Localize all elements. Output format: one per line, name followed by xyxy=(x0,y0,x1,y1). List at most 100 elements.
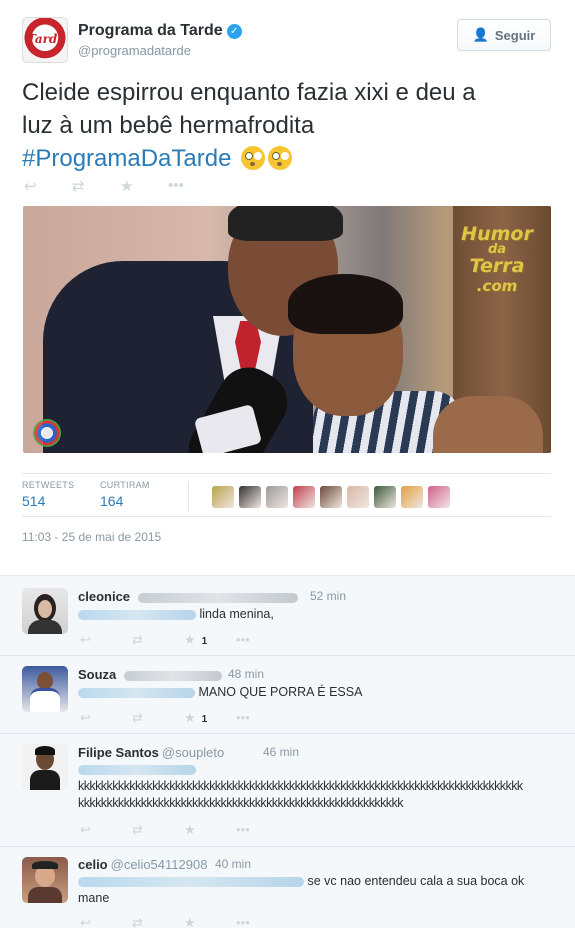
favorer-avatar[interactable] xyxy=(266,486,288,508)
favorite-count: 1 xyxy=(201,636,208,647)
favorite-icon[interactable]: ★ 1 xyxy=(184,710,236,726)
flushed-face-emoji-icon xyxy=(241,146,266,170)
retweet-icon[interactable]: ⇄ xyxy=(72,177,120,195)
reply-actions: ↩ ⇄ ★ ••• xyxy=(80,915,288,928)
reply-icon[interactable]: ↩ xyxy=(24,177,72,195)
redacted-handle xyxy=(137,592,298,603)
favorite-icon[interactable]: ★ xyxy=(184,915,236,928)
favorites-label: CURTIRAM xyxy=(100,480,150,490)
reply-actions: ↩ ⇄ ★ 1 ••• xyxy=(80,710,288,726)
reply-text-content: MANO QUE PORRA É ESSA xyxy=(198,685,363,699)
reply-icon[interactable]: ↩ xyxy=(80,822,132,838)
reply-author[interactable]: Souza xyxy=(78,667,222,682)
reply-author[interactable]: celio @celio54112908 xyxy=(78,857,207,872)
replies-list: cleonice 52 min linda menina, ↩ ⇄ ★ 1 •••… xyxy=(0,575,575,928)
reply-time[interactable]: 46 min xyxy=(263,745,299,759)
tweet-text-line2: luz à um bebê hermafrodita xyxy=(22,112,315,139)
favorite-icon[interactable]: ★ xyxy=(184,822,236,838)
redacted-mention xyxy=(78,764,196,775)
tweet-text-line1: Cleide espirrou enquanto fazia xixi e de… xyxy=(22,79,476,106)
account-name-text: Programa da Tarde xyxy=(78,22,223,39)
retweet-icon[interactable]: ⇄ xyxy=(132,632,184,648)
flushed-face-emoji-icon xyxy=(268,146,293,170)
reply-time[interactable]: 48 min xyxy=(228,667,264,681)
retweet-icon[interactable]: ⇄ xyxy=(132,822,184,838)
avatar[interactable] xyxy=(22,857,68,903)
avatar[interactable] xyxy=(22,588,68,634)
favorer-avatar[interactable] xyxy=(320,486,342,508)
reply-text-content: kkkkkkkkkkkkkkkkkkkkkkkkkkkkkkkkkkkkkkkk… xyxy=(78,779,523,793)
reply-icon[interactable]: ↩ xyxy=(80,632,132,648)
tweet-stats: RETWEETS 514 CURTIRAM 164 xyxy=(22,473,551,517)
watermark-line1: Humor xyxy=(461,223,533,245)
more-icon[interactable]: ••• xyxy=(236,632,288,648)
retweet-icon[interactable]: ⇄ xyxy=(132,915,184,928)
reply-author-name: cleonice xyxy=(78,589,131,604)
favorer-avatar[interactable] xyxy=(428,486,450,508)
favorer-avatar[interactable] xyxy=(347,486,369,508)
verified-badge-icon: ✓ xyxy=(226,24,242,39)
tweet-timestamp[interactable]: 11:03 - 25 de mai de 2015 xyxy=(22,530,161,544)
avatar[interactable] xyxy=(22,744,68,790)
reply-author-name: celio xyxy=(78,857,108,872)
reply-icon[interactable]: ↩ xyxy=(80,915,132,928)
reply-actions: ↩ ⇄ ★ 1 ••• xyxy=(80,632,288,648)
follow-button-label: Seguir xyxy=(494,27,536,43)
redacted-mention xyxy=(78,687,195,698)
follow-button[interactable]: 👤 Seguir xyxy=(457,19,551,51)
reply-item: Filipe Santos @soupleto 46 min kkkkkkkkkk… xyxy=(0,734,575,847)
reply-author-name: Souza xyxy=(78,667,117,682)
account-avatar[interactable]: Tarde xyxy=(22,17,68,63)
hashtag-link[interactable]: #ProgramaDaTarde xyxy=(22,145,231,172)
reply-text: se vc nao entendeu cala a sua boca ok ma… xyxy=(78,873,553,907)
more-icon[interactable]: ••• xyxy=(236,915,288,928)
tweet-actions: ↩ ⇄ ★ ••• xyxy=(24,177,216,195)
retweets-label: RETWEETS xyxy=(22,480,75,490)
favorites-stat[interactable]: CURTIRAM 164 xyxy=(100,480,150,509)
more-icon[interactable]: ••• xyxy=(236,710,288,726)
reply-author-name: Filipe Santos xyxy=(78,745,159,760)
favorer-avatar[interactable] xyxy=(212,486,234,508)
retweets-stat[interactable]: RETWEETS 514 xyxy=(22,480,74,509)
reply-item: celio @celio54112908 40 min se vc nao ent… xyxy=(0,847,575,928)
tweet-photo[interactable]: Humor da Terra .com xyxy=(23,206,551,453)
avatar[interactable] xyxy=(22,666,68,712)
tweet-text: Cleide espirrou enquanto fazia xixi e de… xyxy=(22,76,552,175)
favorite-icon[interactable]: ★ 1 xyxy=(184,632,236,648)
more-icon[interactable]: ••• xyxy=(236,822,288,838)
reply-text-content: linda menina, xyxy=(199,607,274,621)
reply-author[interactable]: Filipe Santos @soupleto xyxy=(78,745,224,760)
watermark-line4: .com xyxy=(476,277,518,295)
reply-author[interactable]: cleonice xyxy=(78,589,298,604)
redacted-handle xyxy=(123,670,222,681)
favorer-avatar[interactable] xyxy=(401,486,423,508)
watermark: Humor da Terra .com xyxy=(443,224,551,296)
tv-logo-icon xyxy=(33,419,61,447)
reply-item: cleonice 52 min linda menina, ↩ ⇄ ★ 1 ••• xyxy=(0,576,575,656)
reply-actions: ↩ ⇄ ★ ••• xyxy=(80,822,288,838)
favorite-icon[interactable]: ★ xyxy=(120,177,168,195)
favorite-count: 1 xyxy=(201,714,208,725)
reply-text: linda menina, xyxy=(78,606,553,623)
reply-text-content-2: mane xyxy=(78,891,110,905)
photo-woman-hair xyxy=(288,274,403,334)
account-handle[interactable]: @programadatarde xyxy=(78,43,191,58)
more-icon[interactable]: ••• xyxy=(168,177,216,195)
main-tweet: Tarde Programa da Tarde ✓ @programadatard… xyxy=(0,0,575,575)
favorer-avatar[interactable] xyxy=(374,486,396,508)
account-name[interactable]: Programa da Tarde ✓ xyxy=(78,22,242,40)
redacted-mention xyxy=(78,609,196,620)
avatar-logo-text: Tarde xyxy=(27,32,65,46)
reply-time[interactable]: 40 min xyxy=(215,857,251,871)
reply-text-content-2: kkkkkkkkkkkkkkkkkkkkkkkkkkkkkkkkkkkkkkkk… xyxy=(78,796,403,810)
reply-text: kkkkkkkkkkkkkkkkkkkkkkkkkkkkkkkkkkkkkkkk… xyxy=(78,761,553,812)
retweets-count: 514 xyxy=(22,493,46,509)
favorer-avatar[interactable] xyxy=(293,486,315,508)
favorer-avatar[interactable] xyxy=(239,486,261,508)
photo-woman-shoulder xyxy=(433,396,543,453)
favorers-avatars xyxy=(188,482,450,512)
retweet-icon[interactable]: ⇄ xyxy=(132,710,184,726)
photo-man-hair xyxy=(228,206,343,241)
reply-time[interactable]: 52 min xyxy=(310,589,346,603)
reply-icon[interactable]: ↩ xyxy=(80,710,132,726)
